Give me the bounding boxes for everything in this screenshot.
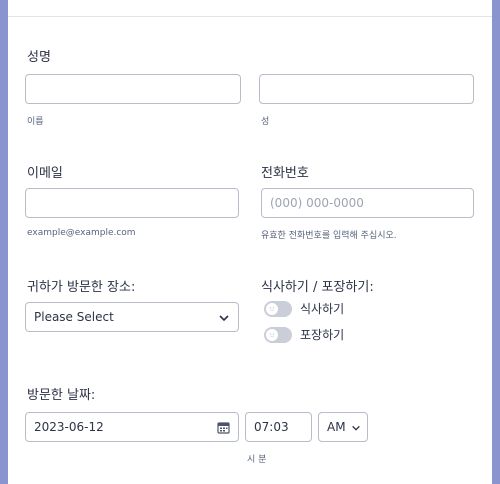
phone-placeholder: (000) 000-0000	[270, 196, 364, 210]
chevron-down-icon	[219, 315, 229, 322]
divider	[8, 16, 492, 17]
time-value: 07:03	[254, 420, 289, 434]
chevron-down-icon	[352, 425, 360, 431]
takeout-option[interactable]: 포장하기	[264, 326, 344, 343]
place-label: 귀하가 방문한 장소:	[27, 280, 136, 295]
time-sublabel: 시 분	[247, 455, 267, 465]
date-value: 2023-06-12	[34, 420, 104, 434]
takeout-label: 포장하기	[300, 328, 345, 342]
place-select[interactable]: Please Select	[25, 302, 239, 332]
place-select-value: Please Select	[34, 310, 114, 324]
name-label: 성명	[27, 50, 51, 65]
face-icon	[266, 302, 278, 315]
phone-label: 전화번호	[261, 166, 309, 181]
last-name-sublabel: 성	[261, 117, 270, 127]
email-label: 이메일	[27, 166, 63, 181]
email-sublabel: example@example.com	[27, 228, 136, 238]
phone-sublabel: 유효한 전화번호를 입력해 주십시오.	[261, 231, 397, 241]
dining-label: 식사하기 / 포장하기:	[261, 280, 374, 295]
ampm-value: AM	[327, 420, 346, 434]
date-input[interactable]: 2023-06-12	[25, 412, 239, 442]
time-input[interactable]: 07:03	[245, 412, 312, 442]
form-card: 성명 이름 성 이메일 전화번호 (000) 000-0000 example@…	[8, 0, 492, 484]
first-name-sublabel: 이름	[27, 117, 44, 127]
first-name-input[interactable]	[25, 74, 241, 104]
last-name-input[interactable]	[259, 74, 474, 104]
visit-date-label: 방문한 날짜:	[27, 388, 96, 403]
dine-in-label: 식사하기	[300, 302, 345, 316]
face-icon	[266, 328, 278, 341]
email-input[interactable]	[25, 188, 239, 218]
dine-in-toggle[interactable]	[264, 300, 292, 317]
takeout-toggle[interactable]	[264, 326, 292, 343]
phone-input[interactable]: (000) 000-0000	[261, 188, 474, 218]
calendar-icon[interactable]	[217, 421, 230, 434]
dine-in-option[interactable]: 식사하기	[264, 300, 344, 317]
ampm-select[interactable]: AM	[318, 412, 368, 442]
